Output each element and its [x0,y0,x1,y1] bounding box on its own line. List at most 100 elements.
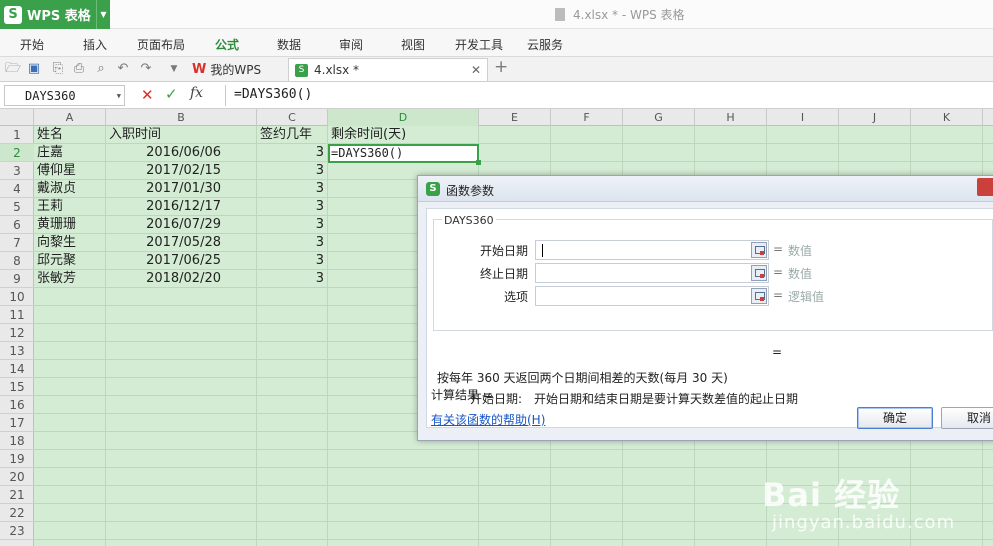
name-box[interactable]: DAYS360 ▼ [4,85,125,106]
cell-years[interactable]: 3 [257,198,327,216]
row-header[interactable]: 1 [0,126,34,144]
row-header[interactable]: 19 [0,450,34,468]
cell-date[interactable]: 2017/02/15 [106,162,224,180]
row-header[interactable]: 5 [0,198,34,216]
new-tab-icon[interactable]: + [494,59,508,76]
save-icon[interactable]: ▣ [27,62,41,76]
cell-name[interactable]: 向黎生 [34,234,105,252]
formula-input[interactable]: =DAYS360() [225,85,993,106]
cell-years[interactable]: 3 [257,144,327,162]
end-date-input[interactable] [535,263,769,283]
row-header[interactable]: 16 [0,396,34,414]
row-header[interactable]: 23 [0,522,34,540]
tab-developer[interactable]: 开发工具 [455,36,503,53]
cell-date[interactable]: 2017/06/25 [106,252,224,270]
fill-handle[interactable] [476,160,481,165]
row-header[interactable]: 6 [0,216,34,234]
accept-icon[interactable]: ✓ [165,85,178,103]
column-header-g[interactable]: G [623,109,695,126]
function-help-link[interactable]: 有关该函数的帮助(H) [431,411,545,428]
column-header-j[interactable]: J [839,109,911,126]
undo-icon[interactable]: ↶ [116,62,130,76]
tab-data[interactable]: 数据 [277,36,301,53]
cell-name[interactable]: 黄珊珊 [34,216,105,234]
tab-review[interactable]: 审阅 [339,36,363,53]
cell-date[interactable]: 2018/02/20 [106,270,224,288]
active-cell-d2[interactable]: =DAYS360() [328,144,481,165]
cell-name[interactable]: 王莉 [34,198,105,216]
cell-years[interactable]: 3 [257,216,327,234]
column-header-f[interactable]: F [551,109,623,126]
tab-cloud[interactable]: 云服务 [527,36,563,53]
cell-name[interactable]: 戴淑贞 [34,180,105,198]
cell-years[interactable]: 3 [257,162,327,180]
row-header[interactable]: 2 [0,144,34,162]
cell-years[interactable]: 3 [257,270,327,288]
cell-a1[interactable]: 姓名 [34,126,105,144]
cell-d1[interactable]: 剩余时间(天) [328,126,478,144]
open-folder-icon[interactable]: 🗁 [5,62,21,76]
row-header[interactable]: 12 [0,324,34,342]
row-header[interactable]: 21 [0,486,34,504]
tab-formulas[interactable]: 公式 [215,36,239,53]
cell-b1[interactable]: 入职时间 [106,126,256,144]
tab-home[interactable]: 开始 [20,36,44,53]
chevron-down-icon[interactable]: ▼ [117,92,121,100]
cell-c1[interactable]: 签约几年 [257,126,327,144]
row-header[interactable]: 4 [0,180,34,198]
cell-name[interactable]: 庄嘉 [34,144,105,162]
cell-years[interactable]: 3 [257,252,327,270]
doc-tab-4xlsx[interactable]: S 4.xlsx * ✕ [288,58,488,81]
column-header-k[interactable]: K [911,109,983,126]
row-header[interactable]: 9 [0,270,34,288]
dialog-title-bar[interactable]: S 函数参数 [418,176,993,202]
chevron-down-icon[interactable]: ▼ [96,0,110,29]
tab-page-layout[interactable]: 页面布局 [137,36,185,53]
cancel-icon[interactable]: ✕ [141,86,154,104]
cell-years[interactable]: 3 [257,180,327,198]
row-header[interactable]: 11 [0,306,34,324]
tab-view[interactable]: 视图 [401,36,425,53]
cell-date[interactable]: 2017/01/30 [106,180,224,198]
column-header-b[interactable]: B [106,109,257,126]
insert-function-icon[interactable]: fx [190,85,203,101]
cell-date[interactable]: 2017/05/28 [106,234,224,252]
start-date-input[interactable] [535,240,769,260]
print-icon[interactable]: ⎙ [72,62,86,76]
row-header[interactable]: 13 [0,342,34,360]
save-as-icon[interactable]: ⎘ [51,62,65,76]
row-header[interactable]: 17 [0,414,34,432]
row-header[interactable]: 7 [0,234,34,252]
column-header-a[interactable]: A [34,109,106,126]
cell-years[interactable]: 3 [257,234,327,252]
cell-date[interactable]: 2016/06/06 [106,144,224,162]
range-select-icon[interactable] [751,265,767,281]
column-header-d[interactable]: D [328,109,479,126]
cell-date[interactable]: 2016/07/29 [106,216,224,234]
ok-button[interactable]: 确定 [857,407,933,429]
close-icon[interactable] [977,178,993,196]
doc-tab-my-wps[interactable]: W 我的WPS [186,58,286,81]
row-header[interactable]: 14 [0,360,34,378]
select-all-corner[interactable] [0,109,34,126]
row-header[interactable]: 15 [0,378,34,396]
cell-name[interactable]: 傅仰星 [34,162,105,180]
column-header-i[interactable]: I [767,109,839,126]
print-preview-icon[interactable]: ⌕ [94,62,108,76]
redo-icon[interactable]: ↷ [139,62,153,76]
row-header[interactable]: 22 [0,504,34,522]
cancel-button[interactable]: 取消 [941,407,993,429]
cell-name[interactable]: 邱元聚 [34,252,105,270]
customize-toolbar-icon[interactable]: ▼ [167,62,181,76]
range-select-icon[interactable] [751,288,767,304]
row-header[interactable]: 10 [0,288,34,306]
column-header-h[interactable]: H [695,109,767,126]
row-header[interactable]: 18 [0,432,34,450]
close-icon[interactable]: ✕ [471,63,481,77]
column-header-c[interactable]: C [257,109,328,126]
wps-menu-button[interactable]: S WPS 表格 ▼ [0,0,110,29]
row-header[interactable]: 20 [0,468,34,486]
cell-date[interactable]: 2016/12/17 [106,198,224,216]
method-input[interactable] [535,286,769,306]
column-header-e[interactable]: E [479,109,551,126]
